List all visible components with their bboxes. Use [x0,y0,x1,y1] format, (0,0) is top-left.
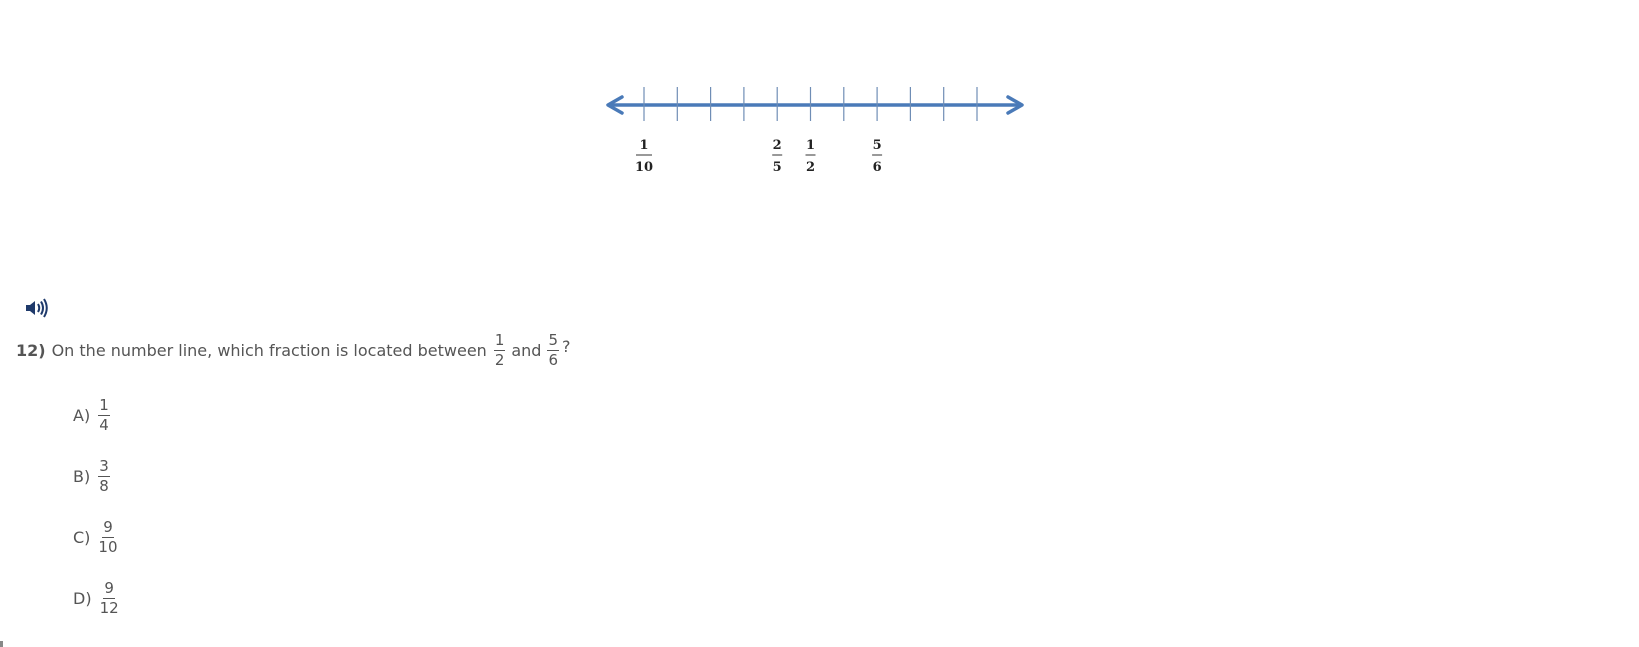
label-numerator: 1 [639,138,648,153]
speaker-icon[interactable] [24,297,50,319]
edge-mark [0,641,3,647]
question-connector: and [511,340,542,360]
choice-letter: D) [73,589,92,608]
choice-fraction: 3 8 [98,459,110,494]
denominator: 4 [99,416,109,434]
number-line-label: 12 [805,138,816,175]
numerator: 1 [493,330,506,351]
numerator: 5 [547,330,560,351]
number-line-label: 56 [872,138,883,175]
choice-letter: B) [73,467,91,486]
label-numerator: 5 [873,138,882,153]
label-numerator: 2 [773,138,782,153]
choice-letter: C) [73,528,91,547]
choice-d[interactable]: D) 9 12 [73,581,122,616]
choice-fraction: 9 12 [100,581,119,616]
question-fraction-2: 5 6 [547,330,560,369]
numerator: 9 [102,518,114,538]
number-line-label: 110 [635,138,653,175]
label-denominator: 2 [806,160,815,175]
number-line-label: 25 [772,138,783,175]
choice-a[interactable]: A) 1 4 [73,398,113,433]
number-line-labels: 110251256 [635,138,883,175]
question-number: 12) [16,340,46,360]
label-denominator: 5 [773,160,782,175]
numerator: 1 [98,396,110,416]
question-stem: 12) On the number line, which fraction i… [16,330,571,370]
question-text: On the number line, which fraction is lo… [51,340,487,360]
denominator: 6 [548,350,559,369]
label-denominator: 6 [873,160,882,175]
numerator: 9 [103,579,115,599]
label-denominator: 10 [635,160,653,175]
denominator: 10 [98,538,118,556]
choice-fraction: 9 10 [98,520,117,555]
denominator: 12 [99,599,119,617]
number-line-figure: 110251256 [606,87,1024,175]
denominator: 8 [99,477,109,495]
number-line-axis [606,95,1024,115]
label-numerator: 1 [806,138,815,153]
question-fraction-1: 1 2 [493,330,506,369]
choice-b[interactable]: B) 3 8 [73,459,113,494]
choice-c[interactable]: C) 9 10 [73,520,121,555]
denominator: 2 [494,350,505,369]
choice-letter: A) [73,406,91,425]
numerator: 3 [98,457,110,477]
choice-fraction: 1 4 [98,398,110,433]
question-mark: ? [562,336,571,356]
